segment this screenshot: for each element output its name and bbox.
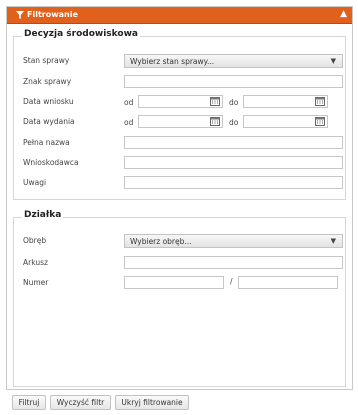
issue-date-label: Data wydania	[23, 117, 75, 126]
precinct-label: Obręb	[23, 236, 47, 245]
status-select[interactable]: Wybierz stan sprawy... ▼	[124, 54, 343, 68]
app-date-from-input[interactable]	[138, 95, 223, 108]
issue-date-to-input[interactable]	[243, 115, 328, 128]
calendar-icon[interactable]	[210, 97, 220, 106]
notes-input[interactable]	[124, 176, 343, 189]
filter-panel: Filtrowanie ▲ Decyzja środowiskowa Stan …	[6, 6, 353, 390]
calendar-icon[interactable]	[315, 97, 325, 106]
sign-label: Znak sprawy	[23, 77, 72, 86]
calendar-icon[interactable]	[210, 117, 220, 126]
parcel-fieldset: Działka Obręb Wybierz obręb... ▼ Arkusz …	[13, 210, 346, 387]
app-date-to-label: do	[229, 98, 239, 107]
number-input[interactable]	[124, 276, 224, 289]
app-date-label: Data wniosku	[23, 97, 74, 106]
dropdown-arrow-icon: ▼	[330, 237, 336, 245]
number-sub-input[interactable]	[238, 276, 338, 289]
sign-input[interactable]	[124, 75, 343, 88]
sheet-input[interactable]	[124, 256, 343, 269]
precinct-select[interactable]: Wybierz obręb... ▼	[124, 234, 343, 248]
funnel-icon	[16, 11, 24, 19]
clear-filter-button[interactable]: Wyczyść filtr	[50, 395, 111, 410]
precinct-select-value: Wybierz obręb...	[130, 237, 192, 246]
number-label: Numer	[23, 278, 49, 287]
dropdown-arrow-icon: ▼	[330, 57, 336, 65]
decision-legend: Decyzja środowiskowa	[22, 29, 140, 39]
number-separator: /	[230, 277, 233, 286]
panel-title: Filtrowanie	[27, 10, 78, 19]
app-date-to-input[interactable]	[243, 95, 328, 108]
panel-header[interactable]: Filtrowanie ▲	[7, 7, 352, 24]
issue-date-from-label: od	[124, 118, 134, 127]
parcel-legend: Działka	[22, 210, 64, 220]
status-label: Stan sprawy	[23, 56, 70, 65]
full-name-label: Pełna nazwa	[23, 138, 70, 147]
notes-label: Uwagi	[23, 178, 47, 187]
full-name-input[interactable]	[124, 136, 343, 149]
sheet-label: Arkusz	[23, 258, 48, 267]
issue-date-to-label: do	[229, 118, 239, 127]
applicant-label: Wnioskodawca	[23, 158, 79, 167]
hide-filter-button[interactable]: Ukryj filtrowanie	[115, 395, 189, 410]
filter-button[interactable]: Filtruj	[12, 395, 46, 410]
app-date-from-label: od	[124, 98, 134, 107]
calendar-icon[interactable]	[315, 117, 325, 126]
status-select-value: Wybierz stan sprawy...	[130, 57, 215, 66]
issue-date-from-input[interactable]	[138, 115, 223, 128]
chevron-up-icon[interactable]: ▲	[340, 9, 347, 19]
applicant-input[interactable]	[124, 156, 343, 169]
decision-fieldset: Decyzja środowiskowa Stan sprawy Wybierz…	[13, 29, 346, 200]
